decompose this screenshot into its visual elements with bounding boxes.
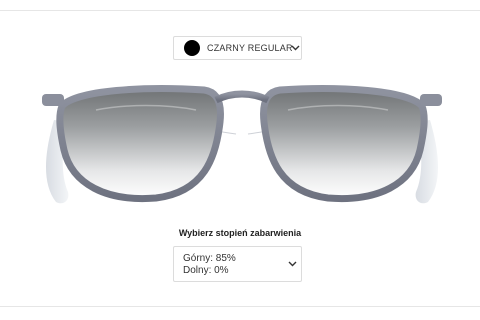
bottom-divider	[0, 306, 480, 307]
chevron-down-icon	[288, 261, 297, 267]
chevron-down-icon	[291, 45, 300, 51]
top-divider	[0, 10, 480, 11]
tint-title: Wybierz stopień zabarwienia	[178, 228, 302, 238]
product-image-sunglasses	[42, 85, 442, 204]
frame-color-label: CZARNY REGULAR	[207, 43, 293, 53]
tint-top-label: Górny: 85%	[183, 253, 236, 264]
color-swatch	[184, 40, 200, 56]
tint-bottom-label: Dolny: 0%	[183, 265, 229, 276]
frame-color-dropdown[interactable]: CZARNY REGULAR	[173, 36, 302, 60]
tint-level-dropdown[interactable]: Górny: 85% Dolny: 0%	[173, 246, 302, 282]
